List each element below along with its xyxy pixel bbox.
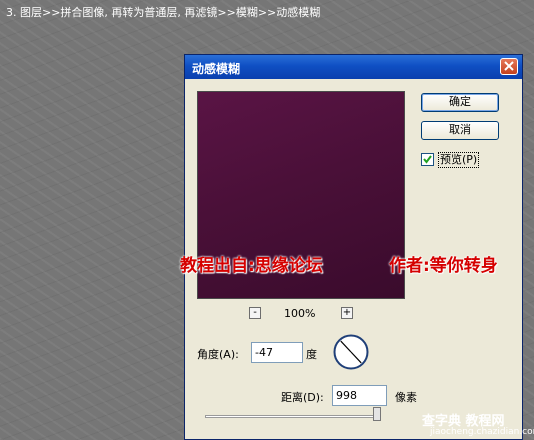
distance-slider-thumb[interactable] (372, 407, 381, 421)
instruction-caption: 3. 图层>>拼合图像, 再转为普通层, 再滤镜>>模糊>>动感模糊 (6, 6, 321, 19)
zoom-in-button[interactable]: + (341, 307, 353, 319)
angle-unit: 度 (306, 348, 317, 361)
distance-unit: 像素 (395, 391, 417, 404)
watermark-url: jiaocheng.chazidian.com (430, 427, 534, 437)
zoom-out-button[interactable]: - (249, 307, 261, 319)
zoom-level: 100% (284, 307, 316, 320)
motion-blur-dialog: 动感模糊 确定 取消 预览(P) - 100% + 角度(A): 度 距离(D)… (184, 54, 523, 440)
ok-button[interactable]: 确定 (421, 93, 499, 112)
site-watermark: 查字典 教程网 jiaocheng.chazidian.com (422, 410, 534, 438)
tutorial-source-overlay: 教程出自:思缘论坛 (180, 256, 323, 276)
angle-label: 角度(A): (197, 348, 239, 361)
author-overlay: 作者:等你转身 (389, 256, 498, 276)
close-button[interactable] (500, 58, 518, 75)
preview-checkbox[interactable] (421, 153, 434, 166)
dialog-title: 动感模糊 (192, 62, 241, 76)
checkmark-icon (423, 155, 432, 164)
close-icon (504, 61, 514, 71)
preview-checkbox-label: 预览(P) (438, 152, 480, 168)
angle-input[interactable] (251, 342, 303, 363)
distance-input[interactable] (332, 385, 387, 406)
dialog-titlebar[interactable]: 动感模糊 (185, 55, 522, 79)
distance-label: 距离(D): (281, 391, 324, 404)
angle-dial[interactable] (333, 334, 369, 370)
cancel-button[interactable]: 取消 (421, 121, 499, 140)
distance-slider-track[interactable] (205, 415, 381, 418)
